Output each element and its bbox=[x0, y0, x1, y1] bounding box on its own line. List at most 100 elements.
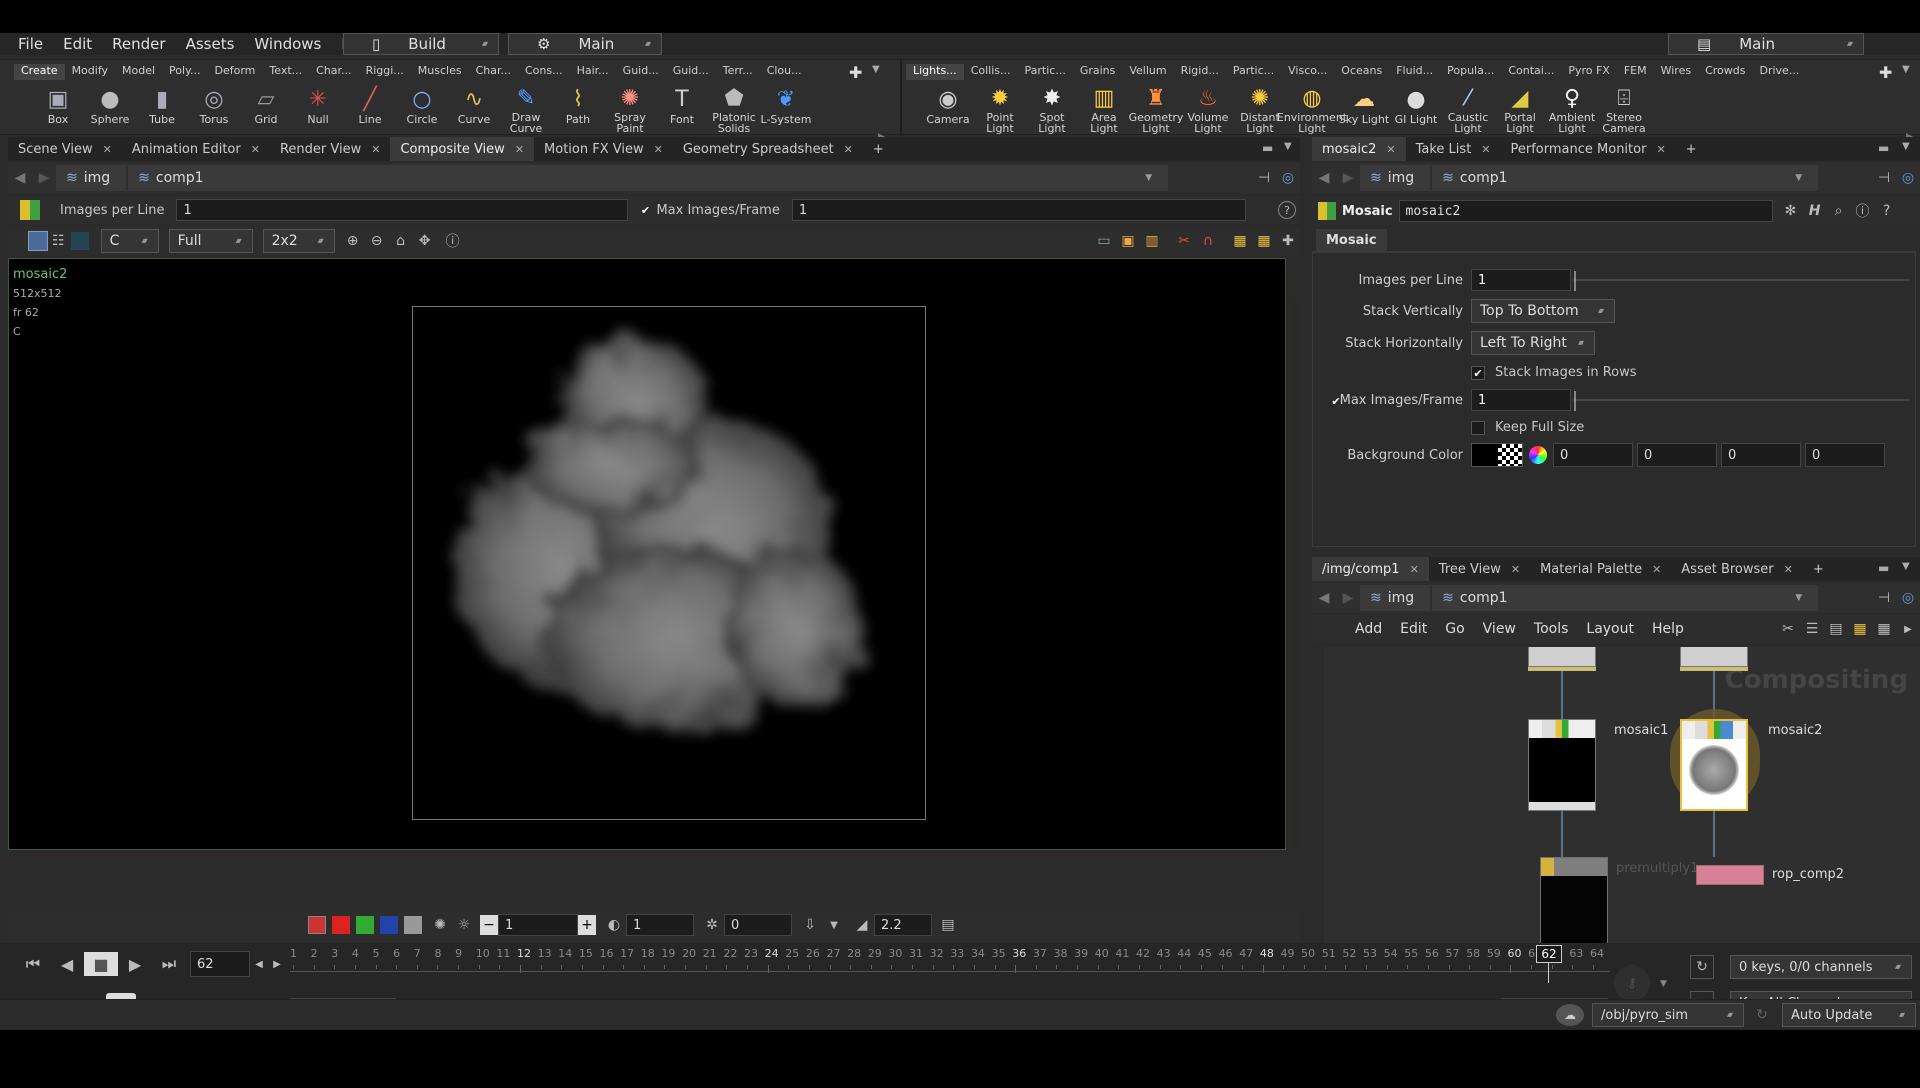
slider-handle[interactable] bbox=[1574, 271, 1576, 291]
add-shelf-right-icon[interactable]: ✚ bbox=[1879, 63, 1892, 82]
shelf-tab[interactable]: Crowds bbox=[1698, 64, 1752, 80]
close-icon[interactable]: ✕ bbox=[1410, 563, 1419, 576]
tool-caustic-light[interactable]: ⁄ Caustic Light bbox=[1442, 84, 1494, 134]
network-menu-help[interactable]: Help bbox=[1643, 621, 1693, 637]
checker-icon[interactable]: ▦ bbox=[1228, 229, 1252, 253]
info-icon[interactable]: ⓘ bbox=[1851, 199, 1875, 223]
sun-icon[interactable]: ☼ bbox=[452, 913, 476, 937]
blue-channel-icon[interactable] bbox=[380, 916, 398, 934]
color-wheel-icon[interactable] bbox=[1529, 446, 1547, 464]
shelf-tab[interactable]: Grains bbox=[1073, 64, 1123, 80]
pane-max-icon[interactable]: ▬ bbox=[1878, 561, 1889, 575]
tool-volume-light[interactable]: ♨ Volume Light bbox=[1182, 84, 1234, 134]
tool-torus[interactable]: ◎ Torus bbox=[188, 84, 240, 134]
tab-asset-browser[interactable]: Asset Browser ✕ bbox=[1671, 557, 1803, 581]
network-menu-edit[interactable]: Edit bbox=[1391, 621, 1436, 637]
snap-icon[interactable]: ✂ bbox=[1172, 229, 1196, 253]
search-icon[interactable]: ⌕ bbox=[1827, 199, 1851, 223]
back-arrow-icon[interactable]: ◀ bbox=[1312, 166, 1336, 190]
network-menu-add[interactable]: Add bbox=[1346, 621, 1391, 637]
shelf-tab[interactable]: Terr... bbox=[716, 64, 760, 80]
viewport-scrollbar[interactable] bbox=[1290, 298, 1298, 850]
network-menu-view[interactable]: View bbox=[1474, 621, 1525, 637]
pin-icon[interactable]: ⊣ bbox=[1872, 166, 1896, 190]
stop-icon[interactable]: ■ bbox=[84, 952, 118, 976]
shelf-tab[interactable]: Drive... bbox=[1753, 64, 1807, 80]
bg-color-r-field[interactable]: 0 bbox=[1553, 443, 1633, 467]
tree-icon[interactable]: ☰ bbox=[1800, 617, 1824, 641]
shelf-tab[interactable]: Poly... bbox=[162, 64, 207, 80]
link-icon[interactable]: ◎ bbox=[1276, 166, 1300, 190]
gamma-icon[interactable]: ◢ bbox=[850, 913, 874, 937]
shelf-tab[interactable]: Wires bbox=[1654, 64, 1698, 80]
auto-update-select[interactable]: Auto Update bbox=[1782, 1003, 1916, 1027]
green-channel-icon[interactable] bbox=[356, 916, 374, 934]
help-icon[interactable]: ? bbox=[1278, 201, 1296, 219]
shelf-tab[interactable]: Pyro FX bbox=[1561, 64, 1617, 80]
add-tab-icon[interactable]: + bbox=[1676, 137, 1707, 161]
shelf-tab[interactable]: Guid... bbox=[666, 64, 716, 80]
shelf-tab[interactable]: Vellum bbox=[1122, 64, 1173, 80]
close-icon[interactable]: ✕ bbox=[844, 143, 853, 156]
key-menu-icon[interactable]: ▼ bbox=[1660, 979, 1667, 989]
jump-start-icon[interactable]: ⏮ bbox=[16, 952, 50, 976]
shelf-tab[interactable]: Lights... bbox=[906, 64, 964, 80]
shelf-right-menu-icon[interactable]: ▼ bbox=[1902, 64, 1910, 75]
tool-geometry-light[interactable]: ♜ Geometry Light bbox=[1129, 84, 1184, 134]
help-h-icon[interactable]: H bbox=[1803, 199, 1827, 223]
add-shelf-icon[interactable]: ✚ bbox=[849, 63, 862, 82]
add-tab-icon[interactable]: + bbox=[863, 137, 894, 161]
help-icon[interactable]: ? bbox=[1875, 199, 1899, 223]
shelf-tab[interactable]: FEM bbox=[1617, 64, 1654, 80]
lut-menu-icon[interactable]: ▼ bbox=[822, 913, 846, 937]
path-img[interactable]: ≋ img bbox=[1360, 165, 1431, 191]
tool-circle[interactable]: ○ Circle bbox=[396, 84, 448, 134]
back-arrow-icon[interactable]: ◀ bbox=[8, 166, 32, 190]
frame-cursor[interactable]: 62 bbox=[1536, 945, 1562, 963]
chat-icon[interactable]: ☁ bbox=[1556, 1004, 1584, 1026]
shelf-tab[interactable]: Deform bbox=[208, 64, 263, 80]
shelf-tab[interactable]: Clou... bbox=[760, 64, 809, 80]
pane-max-icon[interactable]: ▬ bbox=[1878, 141, 1889, 155]
resolution-select[interactable]: Full bbox=[168, 229, 253, 253]
shelf-tab[interactable]: Fluid... bbox=[1389, 64, 1440, 80]
tab-take-list[interactable]: Take List ✕ bbox=[1406, 137, 1501, 161]
close-icon[interactable]: ✕ bbox=[103, 143, 112, 156]
tab-performance-monitor[interactable]: Performance Monitor ✕ bbox=[1501, 137, 1676, 161]
image-icon[interactable] bbox=[70, 232, 89, 250]
menu-windows[interactable]: Windows bbox=[244, 35, 331, 53]
shelf-tab[interactable]: Model bbox=[115, 64, 162, 80]
fit-icon[interactable]: ✥ bbox=[413, 229, 437, 253]
shelf-tab[interactable]: Popula... bbox=[1440, 64, 1501, 80]
tool-spray-paint[interactable]: ✺ Spray Paint bbox=[604, 84, 656, 134]
close-icon[interactable]: ✕ bbox=[654, 143, 663, 156]
path-img[interactable]: ≋ img bbox=[56, 165, 127, 191]
current-frame-field[interactable]: 62 bbox=[190, 951, 250, 977]
home-icon[interactable]: ⌂ bbox=[389, 229, 413, 253]
max-images-field[interactable]: 1 bbox=[1471, 389, 1571, 411]
shelf-tab[interactable]: Modify bbox=[65, 64, 115, 80]
add-tab-icon[interactable]: + bbox=[1803, 557, 1834, 581]
offset-icon[interactable]: ✲ bbox=[700, 913, 724, 937]
tool-portal-light[interactable]: ◢ Portal Light bbox=[1494, 84, 1546, 134]
path-img[interactable]: ≋ img bbox=[1360, 585, 1431, 611]
section-tab-mosaic[interactable]: Mosaic bbox=[1316, 229, 1387, 251]
tool-ambient-light[interactable]: ♀ Ambient Light bbox=[1546, 84, 1598, 134]
node-rop-comp2[interactable] bbox=[1696, 865, 1764, 885]
step-forward-icon[interactable]: ▶ bbox=[268, 952, 286, 976]
menu-render[interactable]: Render bbox=[102, 35, 175, 53]
keys-channels-select[interactable]: 0 keys, 0/0 channels bbox=[1730, 955, 1912, 979]
tool-area-light[interactable]: ▥ Area Light bbox=[1078, 84, 1130, 134]
forward-arrow-icon[interactable]: ▶ bbox=[1336, 586, 1360, 610]
forward-arrow-icon[interactable]: ▶ bbox=[1336, 166, 1360, 190]
path-comp1[interactable]: ≋ comp1 ▼ bbox=[1432, 165, 1819, 191]
shelf-tab[interactable]: Rigid... bbox=[1174, 64, 1226, 80]
close-icon[interactable]: ✕ bbox=[1386, 143, 1395, 156]
close-icon[interactable]: ✕ bbox=[1784, 563, 1793, 576]
single-view-icon[interactable]: ▭ bbox=[1092, 229, 1116, 253]
shelf-tab[interactable]: Riggi... bbox=[359, 64, 411, 80]
tab-scene-view[interactable]: Scene View ✕ bbox=[8, 137, 122, 161]
gear-icon[interactable]: ✻ bbox=[1779, 199, 1803, 223]
tab-material-palette[interactable]: Material Palette ✕ bbox=[1530, 557, 1671, 581]
stack-rows-checkbox[interactable]: ✔ bbox=[1471, 366, 1485, 380]
